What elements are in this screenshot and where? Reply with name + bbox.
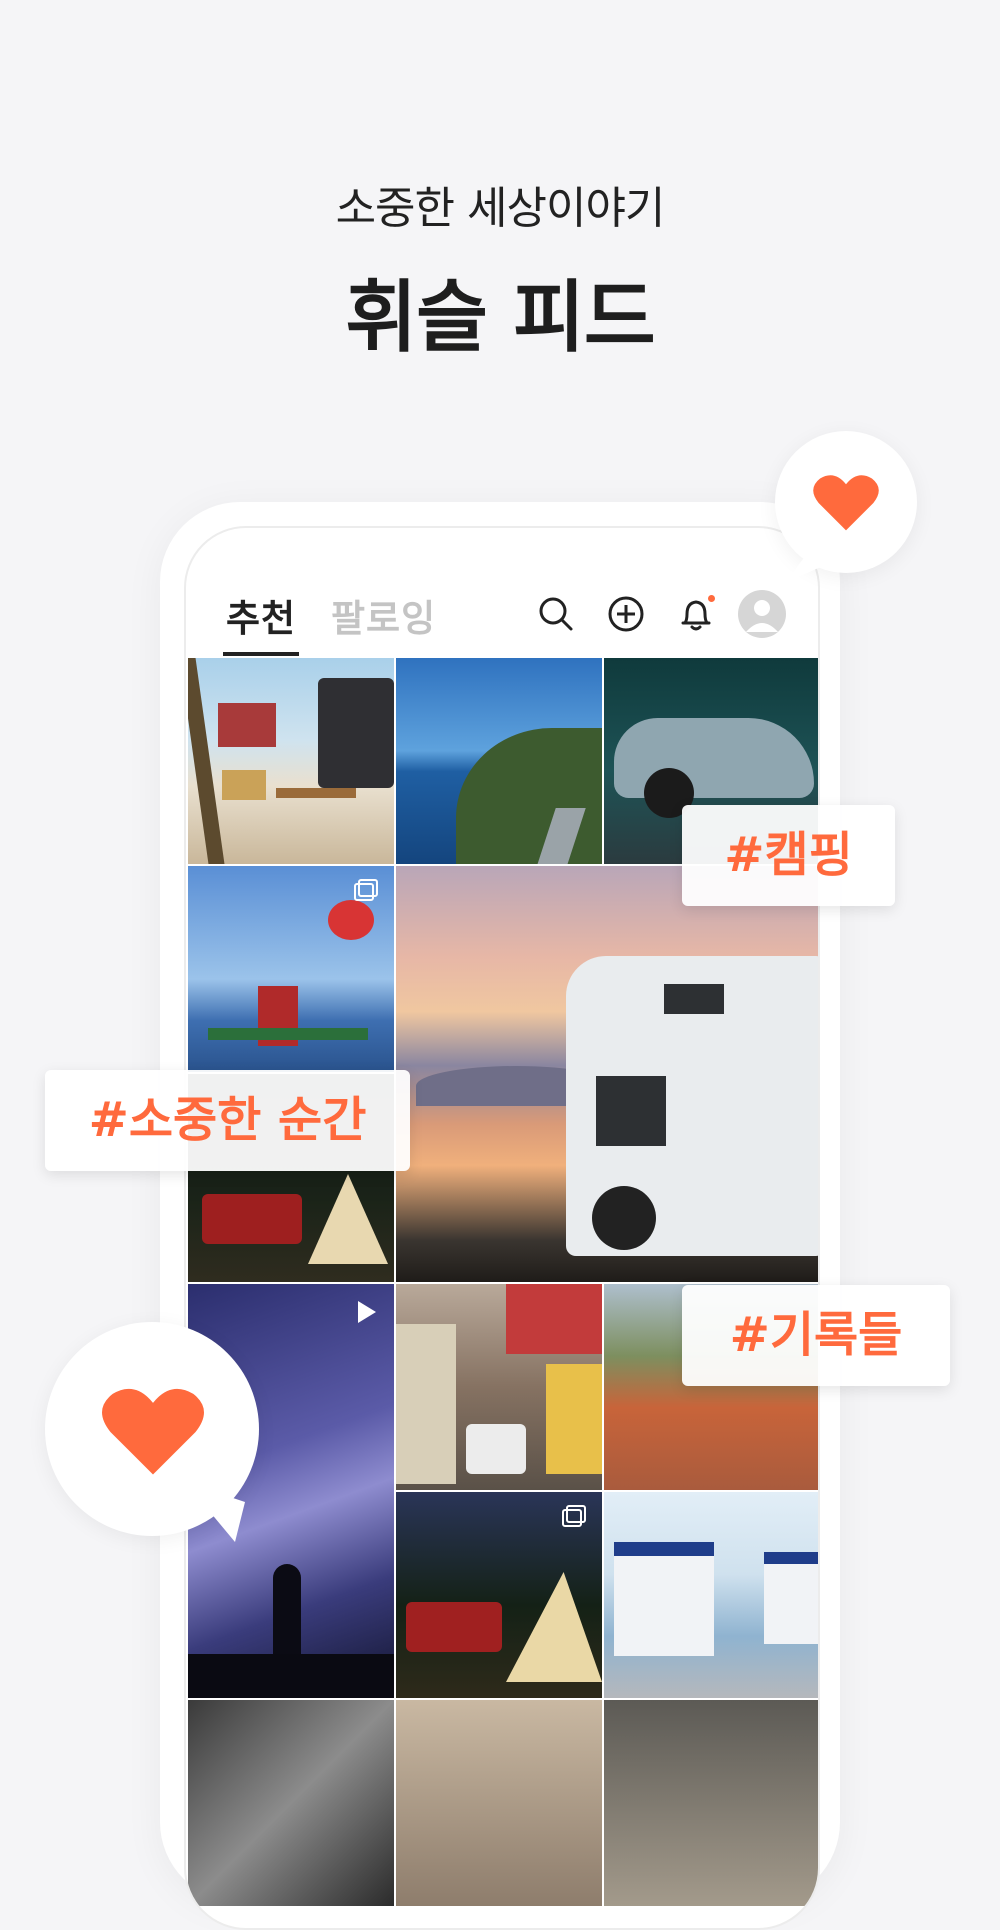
heart-icon <box>813 475 879 531</box>
camping-beach-photo[interactable] <box>188 658 394 864</box>
tag-camping: #캠핑 <box>682 805 895 906</box>
gallery-icon <box>352 878 380 906</box>
active-tab-indicator <box>223 652 299 656</box>
dessert-photo[interactable] <box>396 1700 602 1906</box>
feed-tabs: 추천 팔로잉 <box>186 588 818 652</box>
tag-records-label: #기록들 <box>729 1307 903 1363</box>
phone-screen: 추천 팔로잉 <box>184 526 820 1930</box>
heart-bubble-top <box>775 431 917 583</box>
page-title: 휘슬 피드 <box>345 273 655 363</box>
blue-tram-car-photo[interactable] <box>604 1492 818 1698</box>
heart-icon <box>102 1388 204 1475</box>
search-icon[interactable] <box>536 594 576 634</box>
gallery-icon <box>560 1504 588 1532</box>
tag-precious-moment: #소중한 순간 <box>45 1070 410 1171</box>
tag-precious-moment-label: #소중한 순간 <box>88 1092 367 1148</box>
tab-following[interactable]: 팔로잉 <box>331 588 436 642</box>
campervan-sunset-photo[interactable] <box>396 866 818 1282</box>
bell-icon[interactable] <box>676 594 716 634</box>
heart-bubble-bottom <box>45 1322 259 1542</box>
add-icon[interactable] <box>606 594 646 634</box>
architecture-photo[interactable] <box>188 1700 394 1906</box>
notification-dot <box>708 595 715 602</box>
city-tram-street-photo[interactable] <box>396 1284 602 1490</box>
video-icon <box>352 1298 380 1326</box>
interior-photo[interactable] <box>604 1700 818 1906</box>
profile-icon[interactable] <box>738 590 786 638</box>
parasail-boat-photo[interactable] <box>188 866 394 1072</box>
night-camp-tent-photo[interactable] <box>396 1492 602 1698</box>
tag-camping-label: #캠핑 <box>724 827 853 883</box>
tab-recommended[interactable]: 추천 <box>226 588 296 642</box>
coastal-road-photo[interactable] <box>396 658 602 864</box>
page-subtitle: 소중한 세상이야기 <box>335 183 666 234</box>
tag-records: #기록들 <box>682 1285 950 1386</box>
